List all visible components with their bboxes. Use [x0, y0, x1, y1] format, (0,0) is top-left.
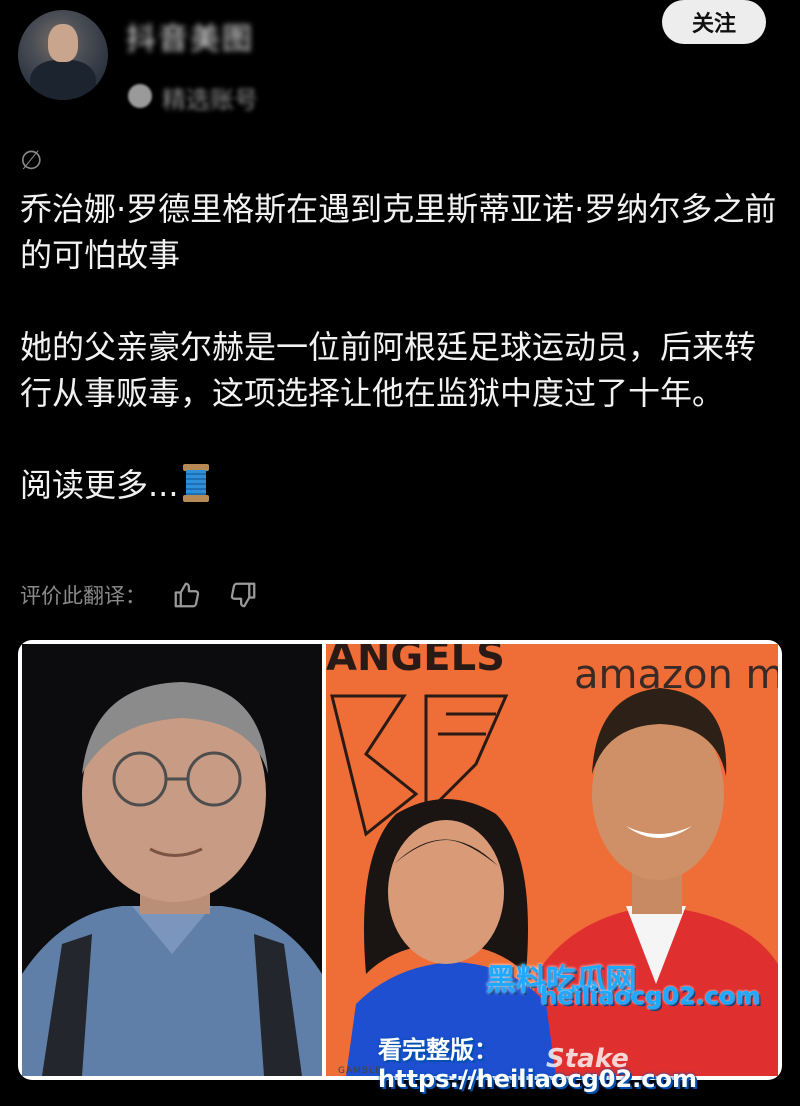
spool-icon — [182, 464, 209, 502]
read-more-label[interactable]: 阅读更多... — [20, 466, 179, 504]
user-handle: 精选账号 — [162, 86, 258, 114]
verified-icon — [128, 84, 152, 108]
post-body: 乔治娜·罗德里格斯在遇到克里斯蒂亚诺·罗纳尔多之前的可怕故事 她的父亲豪尔赫是一… — [20, 186, 780, 508]
avatar[interactable] — [18, 10, 108, 100]
watermark-url: heiliaocg02.com — [540, 982, 761, 1010]
thumbs-up-icon[interactable] — [172, 580, 202, 610]
avatar-body — [30, 60, 96, 100]
post-image[interactable]: ANGELS amazon m — [18, 640, 782, 1080]
watermark-full-url: 看完整版： https://heiliaocg02.com — [378, 1036, 697, 1093]
translation-rating: 评价此翻译： — [20, 578, 258, 612]
post-header: 抖音美图 精选账号 关注 — [0, 0, 800, 130]
user-name[interactable]: 抖音美图 — [126, 14, 254, 58]
photo-couple: ANGELS amazon m — [326, 644, 778, 1076]
photo-man — [22, 644, 322, 1076]
avatar-face — [48, 24, 78, 62]
null-icon: ∅ — [20, 146, 43, 176]
thumbs-down-icon[interactable] — [228, 580, 258, 610]
post-paragraph: 乔治娜·罗德里格斯在遇到克里斯蒂亚诺·罗纳尔多之前的可怕故事 — [20, 190, 777, 274]
gamble-text: GAMBLE — [338, 1066, 382, 1076]
man-portrait — [22, 644, 322, 1076]
couple-photo: ANGELS amazon m — [326, 644, 778, 1076]
rate-translation-label: 评价此翻译： — [20, 584, 146, 608]
follow-button[interactable]: 关注 — [662, 0, 766, 44]
sign-angels: ANGELS — [326, 644, 505, 680]
post-paragraph: 她的父亲豪尔赫是一位前阿根廷足球运动员，后来转行从事贩毒，这项选择让他在监狱中度… — [20, 328, 757, 412]
read-more-link[interactable]: 阅读更多... — [20, 462, 780, 508]
